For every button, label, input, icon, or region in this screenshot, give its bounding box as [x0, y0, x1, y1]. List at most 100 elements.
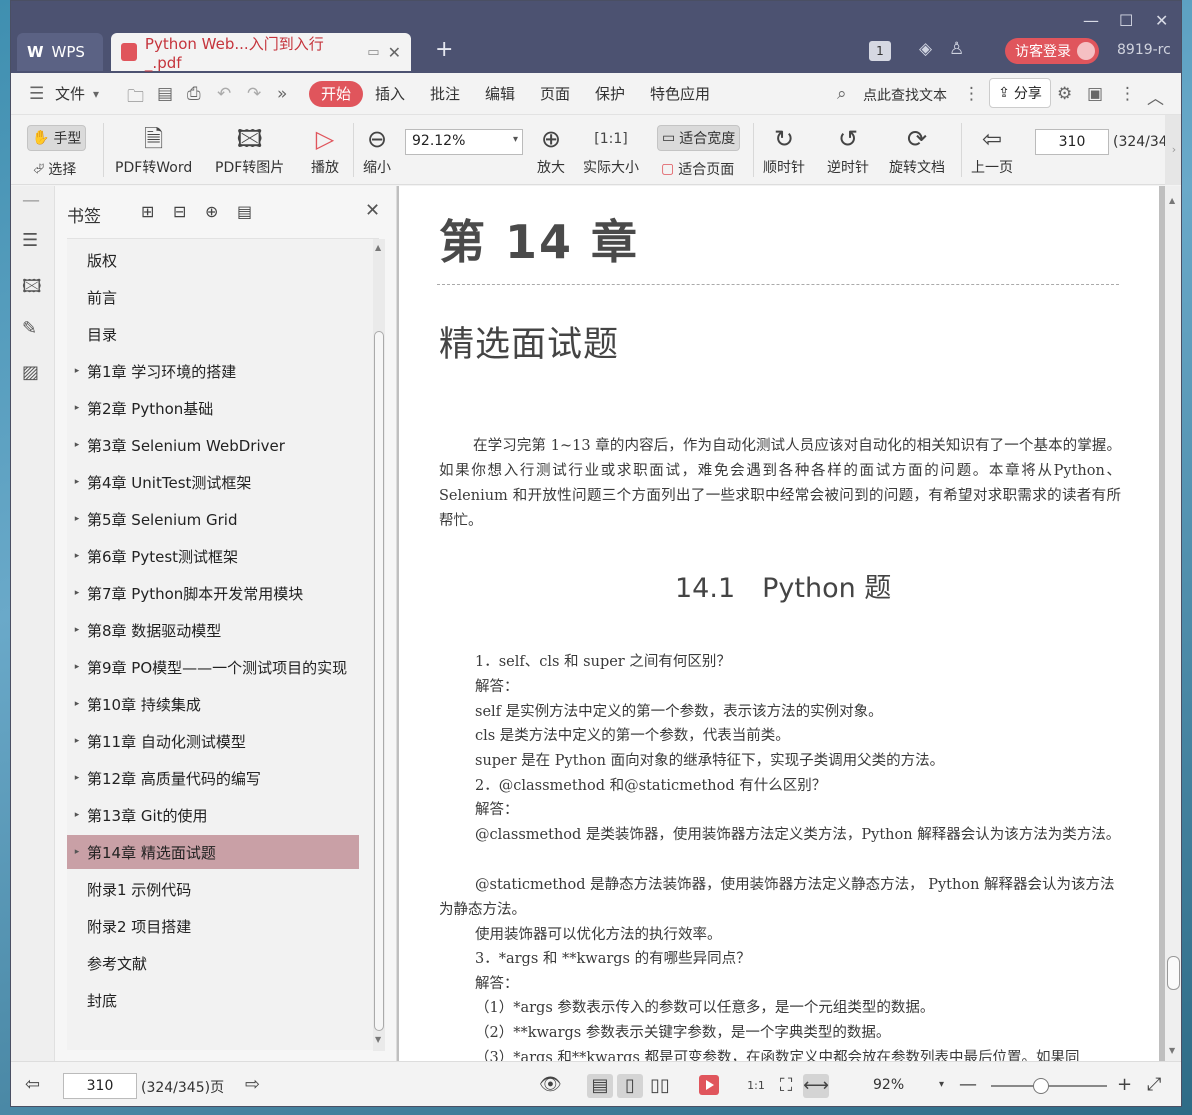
tab-wps-home[interactable]: W WPS — [17, 33, 103, 71]
save-icon[interactable]: ▤ — [157, 84, 173, 104]
collapse-ribbon-icon[interactable]: ︿ — [1147, 84, 1164, 109]
bookmark-item[interactable]: ▸ 第6章 Pytest测试框架 — [67, 539, 359, 573]
arrow-right-icon[interactable]: ⇨ — [245, 1074, 260, 1095]
select-tool-button[interactable]: ⮰ 选择 — [29, 157, 80, 181]
expand-arrow-icon[interactable]: ▸ — [67, 847, 87, 857]
document-scrollbar[interactable]: ▲ ▼ — [1165, 186, 1181, 1061]
play-button[interactable]: ▷ 播放 — [311, 123, 339, 177]
tab-page[interactable]: 页面 — [540, 83, 570, 104]
actual-size-icon[interactable]: 1:1 — [743, 1074, 769, 1098]
search-icon[interactable]: ⌕ — [837, 84, 847, 104]
expand-arrow-icon[interactable]: ▸ — [67, 773, 87, 783]
bookmark-item[interactable]: ▸ 第2章 Python基础 — [67, 391, 359, 425]
expand-arrow-icon[interactable]: ▸ — [67, 736, 87, 746]
bookmark-item[interactable]: ▸ 第13章 Git的使用 — [67, 798, 359, 832]
annotation-icon[interactable]: ✎ — [22, 318, 37, 339]
share-button[interactable]: ⇪ 分享 — [989, 78, 1051, 108]
pdf-to-image-button[interactable]: 🖾 PDF转图片 — [215, 123, 284, 177]
bookmark-item[interactable]: 附录1 示例代码 — [67, 872, 359, 906]
bookmark-item[interactable]: 版权 — [67, 243, 359, 277]
bookmark-item[interactable]: 参考文献 — [67, 946, 359, 980]
expand-arrow-icon[interactable]: ▸ — [67, 588, 87, 598]
bookmark-item[interactable]: ▸ 第12章 高质量代码的编写 — [67, 761, 359, 795]
chat-icon[interactable]: ▣ — [1087, 84, 1103, 104]
tab-protect[interactable]: 保护 — [595, 83, 625, 104]
search-text-button[interactable]: 点此查找文本 — [863, 85, 947, 105]
zoom-out-button[interactable]: ⊖ 缩小 — [363, 123, 391, 177]
close-icon[interactable]: ✕ — [365, 200, 380, 221]
hamburger-icon[interactable]: ☰ — [29, 84, 44, 104]
settings-icon[interactable]: ⚙ — [1057, 84, 1072, 104]
close-window-icon[interactable]: ✕ — [1155, 11, 1168, 30]
open-folder-icon[interactable]: 🗀 — [127, 84, 144, 113]
two-page-icon[interactable]: ▯▯ — [647, 1074, 673, 1098]
zoom-select[interactable]: 92.12% ▾ — [405, 129, 523, 155]
scroll-up-icon[interactable]: ▲ — [1169, 196, 1175, 205]
tab-insert[interactable]: 插入 — [375, 83, 405, 104]
tab-annotate[interactable]: 批注 — [430, 83, 460, 104]
scroll-down-icon[interactable]: ▼ — [375, 1035, 381, 1044]
chevron-down-icon[interactable]: ▾ — [939, 1079, 944, 1090]
bookmark-item[interactable]: ▸ 第9章 PO模型——一个测试项目的实现 — [67, 650, 359, 684]
fit-width-button[interactable]: ▭ 适合宽度 — [657, 125, 741, 151]
arrow-left-icon[interactable]: ⇦ — [25, 1074, 40, 1095]
thumbnail-icon[interactable]: 🖾 — [22, 274, 42, 304]
scroll-down-icon[interactable]: ▼ — [1169, 1046, 1175, 1055]
zoom-slider[interactable] — [991, 1078, 1107, 1094]
toolbar-scroll-right[interactable]: › — [1165, 115, 1181, 185]
redo-icon[interactable]: ↷ — [247, 84, 261, 104]
pdf-to-word-button[interactable]: 🗎 PDF转Word — [115, 123, 192, 177]
bookmark-item[interactable]: ▸ 第1章 学习环境的搭建 — [67, 354, 359, 388]
skin-icon[interactable]: ◈ — [919, 39, 932, 59]
expand-arrow-icon[interactable]: ▸ — [67, 810, 87, 820]
scroll-thumb[interactable] — [374, 331, 384, 1031]
single-page-icon[interactable]: ▯ — [617, 1074, 643, 1098]
tab-edit[interactable]: 编辑 — [485, 83, 515, 104]
outline-icon[interactable]: ☰ — [22, 230, 38, 251]
play-slideshow-icon[interactable] — [699, 1075, 719, 1095]
fit-page-button[interactable]: ▢ 适合页面 — [657, 157, 738, 181]
expand-arrow-icon[interactable]: ▸ — [67, 625, 87, 635]
login-button[interactable]: 访客登录 — [1005, 38, 1099, 64]
eye-icon[interactable]: 👁 — [539, 1074, 562, 1095]
bookmark-item[interactable]: 目录 — [67, 317, 359, 351]
bookmark-item[interactable]: ▸ 第14章 精选面试题 — [67, 835, 359, 869]
rotate-clockwise-button[interactable]: ↻ 顺时针 — [763, 123, 805, 177]
expand-arrow-icon[interactable]: ▸ — [67, 403, 87, 413]
expand-all-icon[interactable]: ⊞ — [141, 202, 154, 221]
bookmark-item[interactable]: ▸ 第3章 Selenium WebDriver — [67, 428, 359, 462]
actual-size-button[interactable]: [1:1] 实际大小 — [583, 123, 639, 177]
more-options-icon[interactable]: ⋮ — [1119, 84, 1136, 104]
comment-image-icon[interactable]: ▨ — [22, 362, 39, 383]
zoom-in-button[interactable]: ⊕ 放大 — [537, 123, 565, 177]
continuous-view-icon[interactable]: ▤ — [587, 1074, 613, 1098]
expand-arrow-icon[interactable]: ▸ — [67, 440, 87, 450]
tab-start[interactable]: 开始 — [309, 81, 363, 107]
tab-features[interactable]: 特色应用 — [650, 83, 710, 104]
zoom-out-icon[interactable]: — — [959, 1074, 977, 1095]
bookmark-item[interactable]: ▸ 第5章 Selenium Grid — [67, 502, 359, 536]
undo-icon[interactable]: ↶ — [217, 84, 231, 104]
tab-document[interactable]: Python Web...入门到入行_.pdf ▭ ✕ — [111, 33, 411, 72]
expand-arrow-icon[interactable]: ▸ — [67, 551, 87, 561]
bookmark-item[interactable]: ▸ 第8章 数据驱动模型 — [67, 613, 359, 647]
bookmark-edit-icon[interactable]: ▤ — [237, 202, 252, 221]
expand-arrow-icon[interactable]: ▸ — [67, 662, 87, 672]
print-icon[interactable]: ⎙ — [187, 84, 201, 104]
bookmark-scrollbar[interactable]: ▲ ▼ — [373, 239, 385, 1051]
chevron-down-icon[interactable]: ▾ — [93, 87, 99, 101]
scroll-thumb[interactable] — [1167, 956, 1180, 990]
fullscreen-icon[interactable]: ⤢ — [1147, 1074, 1161, 1095]
collapse-all-icon[interactable]: ⊟ — [173, 202, 186, 221]
tab-close-icon[interactable]: ✕ — [388, 43, 401, 62]
kebab-icon[interactable]: ⋮ — [963, 84, 980, 104]
more-icon[interactable]: » — [277, 84, 287, 104]
zoom-slider-knob[interactable] — [1033, 1078, 1049, 1094]
rotate-document-button[interactable]: ⟳ 旋转文档 — [889, 123, 945, 177]
file-menu[interactable]: 文件 — [55, 83, 85, 104]
new-tab-icon[interactable]: + — [435, 37, 453, 62]
scroll-up-icon[interactable]: ▲ — [375, 243, 381, 252]
rotate-counterclockwise-button[interactable]: ↺ 逆时针 — [827, 123, 869, 177]
bookmark-item[interactable]: ▸ 第10章 持续集成 — [67, 687, 359, 721]
expand-arrow-icon[interactable]: ▸ — [67, 514, 87, 524]
